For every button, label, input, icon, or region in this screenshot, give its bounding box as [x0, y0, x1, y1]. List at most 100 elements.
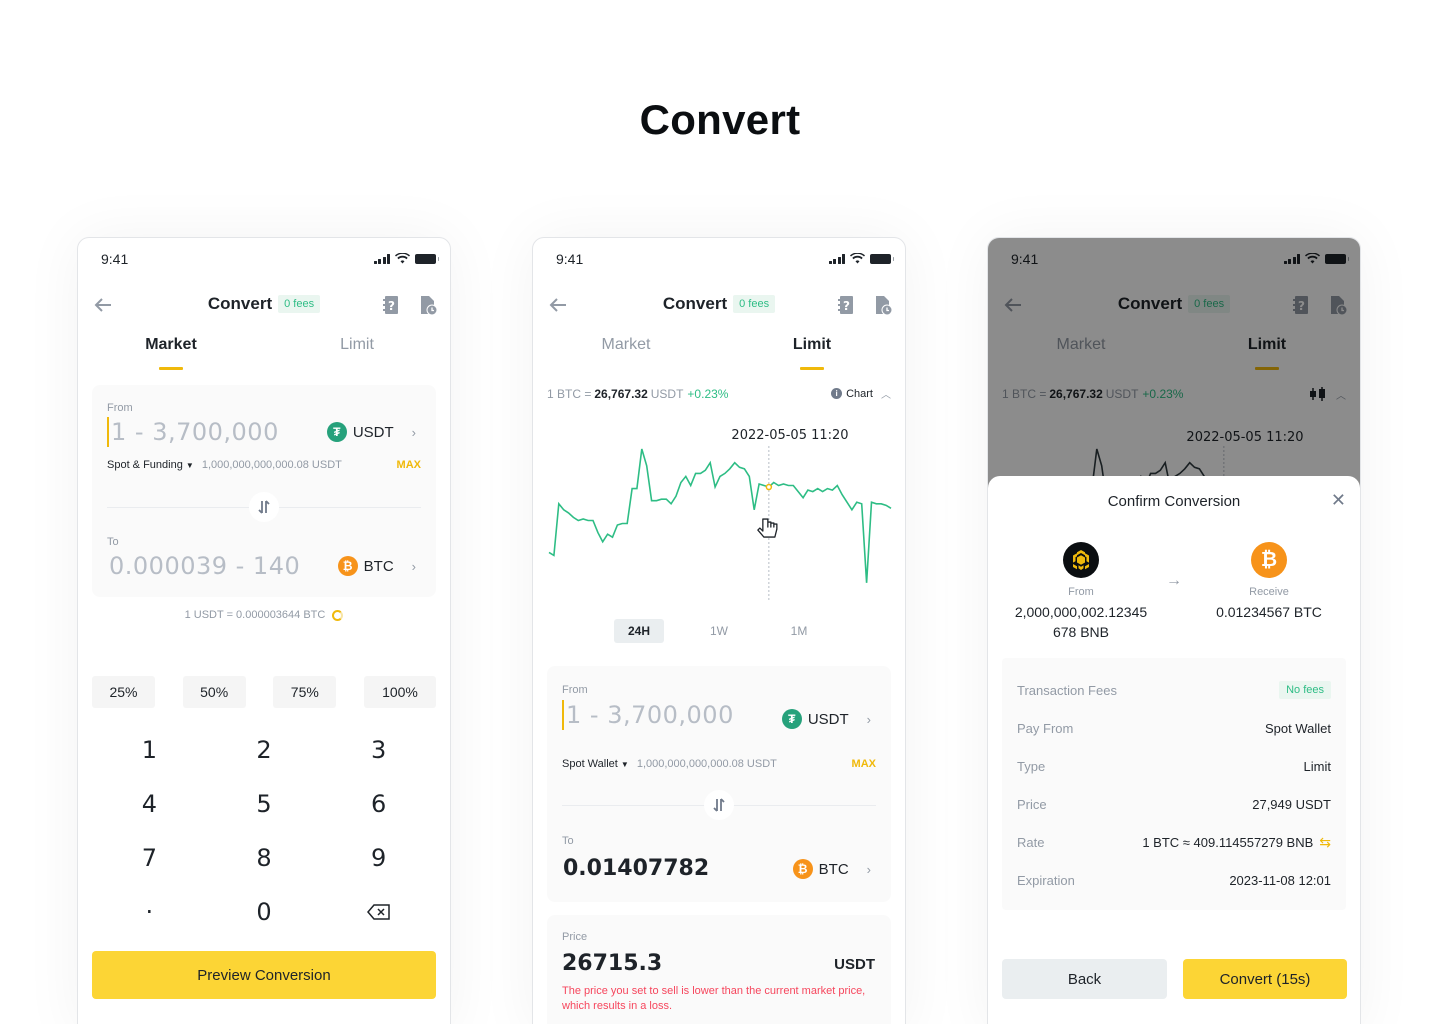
percent-50-button[interactable]: 50%: [182, 676, 246, 708]
key-2[interactable]: 2: [207, 723, 322, 777]
detail-row: Type Limit: [1017, 747, 1331, 785]
detail-row: Expiration 2023-11-08 12:01: [1017, 861, 1331, 899]
limit-convert-card: From 1 - 3,700,000 ₮ USDT › Spot Wallet …: [547, 666, 891, 902]
exchange-rate: 1 USDT = 0.000003644 BTC: [184, 609, 326, 621]
phone-limit: 9:41 Convert 0 fees ? Market Limit 1 BTC…: [532, 237, 906, 1024]
to-coin-name: BTC: [818, 860, 849, 878]
price-line-chart[interactable]: 2022-05-05 11:20: [547, 418, 893, 608]
preview-conversion-button[interactable]: Preview Conversion: [92, 951, 436, 999]
percent-25-button[interactable]: 25%: [92, 676, 155, 708]
from-caption: From: [1068, 586, 1094, 598]
market-price-line: 1 BTC = 26,767.32 USDT +0.23% i Chart ︿: [547, 386, 891, 402]
chevron-right-icon: ›: [866, 861, 871, 877]
order-history-icon[interactable]: [418, 294, 438, 316]
detail-row: Rate 1 BTC ≈ 409.114557279 BNB ⇆: [1017, 823, 1331, 861]
chevron-right-icon: ›: [866, 711, 871, 727]
from-amount-input[interactable]: 1 - 3,700,000: [107, 417, 279, 447]
rate-line: 1 USDT = 0.000003644 BTC: [78, 609, 450, 621]
to-amount-value[interactable]: 0.01407782: [563, 856, 709, 881]
range-1m[interactable]: 1M: [774, 619, 824, 643]
detail-row: Price 27,949 USDT: [1017, 785, 1331, 823]
tab-market[interactable]: Market: [533, 336, 719, 370]
to-label: To: [562, 835, 574, 847]
key-6[interactable]: 6: [321, 777, 436, 831]
receive-summary: ₿ Receive 0.01234567 BTC: [1184, 542, 1354, 622]
signal-icon: [373, 253, 390, 264]
tab-limit[interactable]: Limit: [264, 336, 450, 370]
battery-icon: [870, 253, 894, 264]
detail-key: Transaction Fees: [1017, 682, 1117, 698]
range-24h[interactable]: 24H: [614, 619, 664, 643]
key-1[interactable]: 1: [92, 723, 207, 777]
chevron-right-icon: ›: [411, 424, 416, 440]
detail-value: 1 BTC ≈ 409.114557279 BNB: [1142, 834, 1314, 850]
max-button[interactable]: MAX: [852, 758, 876, 770]
order-history-icon[interactable]: [873, 294, 893, 316]
tabs: Market Limit: [78, 336, 450, 370]
detail-key: Rate: [1017, 834, 1045, 850]
key-0[interactable]: 0: [207, 885, 322, 939]
page-title: Convert: [639, 96, 801, 143]
help-book-icon[interactable]: ?: [836, 294, 856, 316]
to-amount-placeholder[interactable]: 0.000039 - 140: [109, 552, 300, 580]
from-coin-selector[interactable]: ₮ USDT ›: [781, 709, 871, 729]
key-7[interactable]: 7: [92, 831, 207, 885]
tabs: Market Limit: [533, 336, 905, 370]
from-coin-name: USDT: [807, 710, 849, 728]
detail-value: Spot Wallet: [1265, 720, 1331, 736]
nav-bar: Convert 0 fees ?: [78, 290, 450, 322]
btc-icon: ₿: [337, 556, 358, 576]
key-4[interactable]: 4: [92, 777, 207, 831]
detail-value: 2023-11-08 12:01: [1229, 872, 1331, 888]
chart-toggle[interactable]: i Chart ︿: [831, 386, 891, 401]
to-label: To: [107, 536, 119, 548]
pointer-hand-icon: [757, 518, 778, 538]
status-bar: 9:41: [533, 238, 905, 282]
svg-text:?: ?: [388, 299, 395, 313]
info-icon: i: [831, 388, 843, 399]
price-prefix: 1 BTC =: [547, 386, 592, 401]
back-button[interactable]: Back: [1002, 959, 1167, 999]
to-coin-selector[interactable]: ₿ BTC ›: [792, 859, 871, 879]
key-decimal[interactable]: ·: [92, 885, 207, 939]
to-coin-selector[interactable]: ₿ BTC ›: [337, 556, 416, 576]
phone-confirm: 9:41 Convert 0 fees ? Market Limit 1 BTC…: [987, 237, 1361, 1024]
key-backspace[interactable]: [321, 885, 436, 939]
convert-button[interactable]: Convert (15s): [1183, 959, 1347, 999]
to-coin-name: BTC: [363, 557, 394, 575]
from-amount-input[interactable]: 1 - 3,700,000: [562, 700, 734, 730]
chart-toggle-label: Chart: [846, 387, 873, 400]
price-unit: USDT: [650, 386, 684, 401]
tab-market[interactable]: Market: [78, 336, 264, 370]
wallet-selector[interactable]: Spot & Funding ▼: [107, 459, 194, 471]
percent-100-button[interactable]: 100%: [363, 676, 436, 708]
detail-value: 27,949 USDT: [1252, 796, 1331, 812]
detail-row: Pay From Spot Wallet: [1017, 709, 1331, 747]
price-change: +0.23%: [687, 386, 729, 401]
wifi-icon: [850, 253, 865, 264]
price-unit-label: USDT: [834, 956, 875, 973]
detail-key: Expiration: [1017, 872, 1075, 888]
swap-direction-button[interactable]: [704, 790, 734, 820]
from-coin-selector[interactable]: ₮ USDT ›: [326, 422, 416, 442]
limit-price-input[interactable]: 26715.3: [562, 951, 662, 976]
no-fees-badge: No fees: [1279, 681, 1331, 699]
backspace-icon: [366, 904, 390, 920]
swap-vertical-icon: [713, 798, 725, 812]
max-button[interactable]: MAX: [397, 459, 421, 471]
key-5[interactable]: 5: [207, 777, 322, 831]
percent-75-button[interactable]: 75%: [273, 676, 337, 708]
btc-icon: ₿: [792, 859, 813, 879]
swap-direction-button[interactable]: [249, 492, 279, 522]
key-9[interactable]: 9: [321, 831, 436, 885]
range-1w[interactable]: 1W: [694, 619, 744, 643]
wallet-selector[interactable]: Spot Wallet ▼: [562, 758, 629, 770]
limit-price-card: Price 26715.3 USDT The price you set to …: [547, 915, 891, 1024]
usdt-icon: ₮: [781, 709, 802, 729]
key-3[interactable]: 3: [321, 723, 436, 777]
close-icon[interactable]: ✕: [1331, 490, 1346, 511]
help-book-icon[interactable]: ?: [381, 294, 401, 316]
key-8[interactable]: 8: [207, 831, 322, 885]
tab-limit[interactable]: Limit: [719, 336, 905, 370]
swap-rate-icon[interactable]: ⇆: [1319, 834, 1331, 851]
